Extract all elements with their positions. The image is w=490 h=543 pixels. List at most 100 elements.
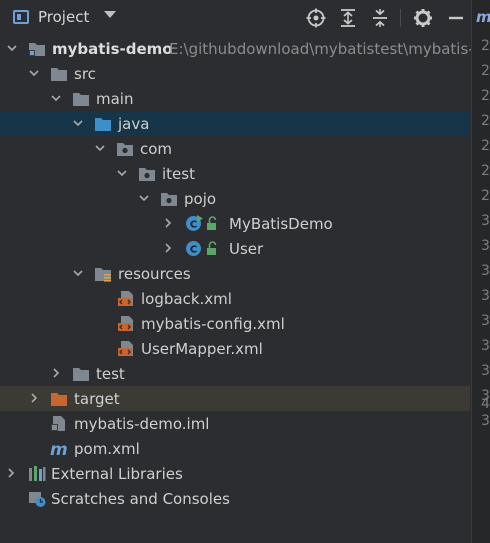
tree-item-label: src xyxy=(74,65,96,83)
tree-item-label: pojo xyxy=(184,190,217,208)
project-view-icon xyxy=(13,10,29,24)
line-number: 3 xyxy=(481,313,490,329)
tree-item-mybatisdemo[interactable]: C MyBatisDemo xyxy=(0,211,470,236)
module-folder-icon xyxy=(29,43,45,56)
chevron-right-icon[interactable] xyxy=(162,242,174,254)
folder-icon xyxy=(51,68,67,81)
line-number: 3 xyxy=(481,363,490,379)
line-number: 2 xyxy=(481,163,490,179)
tree-item-label: resources xyxy=(118,265,191,283)
module-file-icon xyxy=(51,416,65,431)
line-number: 3 xyxy=(481,263,490,279)
expand-all-icon[interactable] xyxy=(338,8,358,28)
tree-item-label: java xyxy=(118,115,150,133)
chevron-right-icon[interactable] xyxy=(50,367,62,379)
tree-item-src[interactable]: src xyxy=(0,61,470,86)
class-icon: C xyxy=(186,241,201,256)
line-number: 2 xyxy=(481,113,490,129)
tree-item-pojo[interactable]: pojo xyxy=(0,186,470,211)
editor-tab-strip[interactable]: m xyxy=(472,0,490,36)
line-number: 3 xyxy=(481,338,490,354)
tree-item-iml[interactable]: mybatis-demo.iml xyxy=(0,411,470,436)
line-number-current: 4 xyxy=(481,396,490,412)
tree-item-logback-xml[interactable]: logback.xml xyxy=(0,286,470,311)
line-number: 2 xyxy=(481,138,490,154)
chevron-down-icon[interactable] xyxy=(28,67,40,79)
line-number: 3 xyxy=(481,238,490,254)
xml-file-icon xyxy=(118,341,133,356)
chevron-down-icon[interactable] xyxy=(94,142,106,154)
tree-item-label: UserMapper.xml xyxy=(141,340,263,358)
svg-text:C: C xyxy=(190,220,197,231)
view-selector-label[interactable]: Project xyxy=(38,8,89,26)
source-folder-icon xyxy=(95,118,111,131)
tree-item-main[interactable]: main xyxy=(0,86,470,111)
module-path: E:\githubdownload\mybatistest\mybatis-d xyxy=(169,40,484,58)
svg-text:C: C xyxy=(190,245,197,256)
tree-item-label: Scratches and Consoles xyxy=(51,490,230,508)
chevron-down-icon[interactable] xyxy=(104,11,116,18)
tree-item-user[interactable]: C User xyxy=(0,236,470,261)
project-tool-window: Project mybatis-demo E:\githubdownload\m… xyxy=(0,0,483,543)
line-number: 2 xyxy=(481,88,490,104)
locate-icon[interactable] xyxy=(306,8,326,28)
chevron-right-icon[interactable] xyxy=(5,467,17,479)
folder-icon xyxy=(73,93,89,106)
tree-item-com[interactable]: com xyxy=(0,136,470,161)
tree-item-target[interactable]: target xyxy=(0,386,470,411)
tree-item-label: MyBatisDemo xyxy=(229,215,333,233)
toolbar-divider xyxy=(400,9,401,27)
unlock-icon xyxy=(207,241,217,255)
tree-item-pom-xml[interactable]: m pom.xml xyxy=(0,436,470,461)
tree-item-label: test xyxy=(96,365,125,383)
package-icon xyxy=(161,193,177,206)
scratches-icon xyxy=(29,492,46,507)
line-number: 2 xyxy=(481,188,490,204)
line-number: 3 xyxy=(481,413,490,429)
line-number: 2 xyxy=(481,38,490,54)
line-number: 2 xyxy=(481,63,490,79)
unlock-icon xyxy=(207,216,217,230)
excluded-folder-icon xyxy=(51,393,67,406)
package-icon xyxy=(139,168,155,181)
tree-item-label: target xyxy=(74,390,120,408)
resources-folder-icon xyxy=(95,268,111,282)
tree-item-resources[interactable]: resources xyxy=(0,261,470,286)
chevron-down-icon[interactable] xyxy=(138,192,150,204)
tree-item-scratches[interactable]: Scratches and Consoles xyxy=(0,486,470,511)
tree-item-usermapper-xml[interactable]: UserMapper.xml xyxy=(0,336,470,361)
collapse-all-icon[interactable] xyxy=(370,8,390,28)
tree-item-label: External Libraries xyxy=(51,465,183,483)
chevron-right-icon[interactable] xyxy=(162,217,174,229)
xml-file-icon xyxy=(118,291,133,306)
package-icon xyxy=(117,143,133,156)
tree-item-label: mybatis-demo xyxy=(52,40,173,58)
line-number: 3 xyxy=(481,288,490,304)
svg-text:m: m xyxy=(50,440,68,457)
chevron-down-icon[interactable] xyxy=(116,167,128,179)
hide-icon[interactable] xyxy=(446,8,466,28)
chevron-down-icon[interactable] xyxy=(72,267,84,279)
tree-item-test[interactable]: test xyxy=(0,361,470,386)
chevron-down-icon[interactable] xyxy=(6,42,18,54)
chevron-right-icon[interactable] xyxy=(28,392,40,404)
maven-file-tab-icon[interactable]: m xyxy=(476,8,490,26)
tree-item-external-libraries[interactable]: External Libraries xyxy=(0,461,470,486)
tree-item-label: pom.xml xyxy=(74,440,140,458)
chevron-down-icon[interactable] xyxy=(72,117,84,129)
gear-icon[interactable] xyxy=(413,8,433,28)
editor-gutter: m 2 2 2 2 2 2 2 3 3 3 3 3 3 3 3 3 4 xyxy=(471,0,490,543)
maven-icon: m xyxy=(50,440,68,457)
library-icon xyxy=(29,466,46,481)
tree-item-mybatis-demo[interactable]: mybatis-demo E:\githubdownload\mybatiste… xyxy=(0,36,483,61)
tree-item-itest[interactable]: itest xyxy=(0,161,470,186)
tool-window-header: Project xyxy=(0,0,470,36)
xml-file-icon xyxy=(118,316,133,331)
tree-item-java[interactable]: java xyxy=(0,111,470,136)
line-number: 3 xyxy=(481,213,490,229)
tree-item-mybatis-config-xml[interactable]: mybatis-config.xml xyxy=(0,311,470,336)
runnable-class-icon: C xyxy=(186,215,203,231)
tree-item-label: mybatis-config.xml xyxy=(141,315,285,333)
tree-item-label: itest xyxy=(162,165,195,183)
chevron-down-icon[interactable] xyxy=(50,92,62,104)
